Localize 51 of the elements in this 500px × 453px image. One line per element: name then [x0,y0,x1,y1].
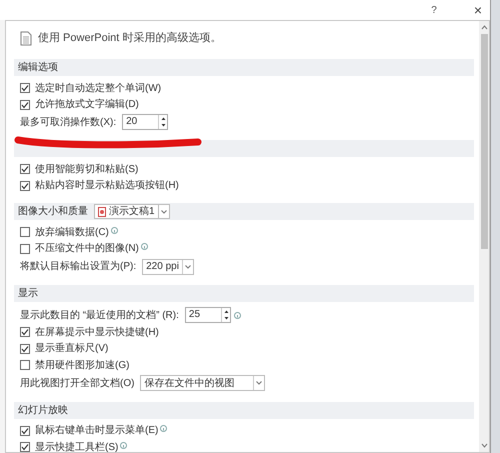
close-button[interactable]: × [474,0,482,20]
section-title: 图像大小和质量 [18,204,88,219]
checkbox-label: 显示垂直标尺(V) [35,342,108,356]
checkbox[interactable] [20,100,30,110]
scroll-up-icon[interactable] [480,25,488,30]
field-label: 用此视图打开全部文档(O) [20,376,134,390]
increment-icon[interactable] [222,308,231,315]
checkbox[interactable] [20,227,30,238]
presentation-file-icon [98,206,106,216]
number-spinner[interactable]: 20 [122,114,168,130]
field-label: 最多可取消操作数(X): [20,116,116,130]
checkbox-label: 禁用硬件图形加速(G) [35,358,130,373]
caret-icon [256,381,262,385]
field-label: 将默认目标输出设置为(P): [20,260,136,274]
intro-text: 使用 PowerPoint 时采用的高级选项。 [38,30,222,46]
checkbox[interactable] [20,244,30,254]
decrement-icon[interactable] [222,315,231,322]
checkbox[interactable] [20,327,30,338]
document-dropdown[interactable]: 演示文稿1 [94,204,170,219]
section-title: 显示 [18,287,38,301]
checkbox-label: 不压缩文件中的图像(N) [35,242,139,256]
dropdown[interactable]: 保存在文件中的视图 [140,375,266,391]
increment-icon[interactable] [159,115,168,122]
section-title: 幻灯片放映 [18,404,68,418]
decrement-icon[interactable] [159,122,168,129]
caret-icon [184,264,191,268]
caret-icon [160,210,167,214]
scrollbar-thumb[interactable] [480,34,488,249]
help-button[interactable]: ? [431,2,437,18]
checkbox-label: 允许拖放式文字编辑(D) [35,98,139,112]
dropdown[interactable]: 220 ppi [142,258,194,274]
checkbox[interactable] [20,83,30,94]
section-title: 编辑选项 [18,60,58,75]
document-icon [20,30,32,46]
checkbox-label: 选定时自动选定整个单词(W) [35,82,162,96]
checkbox[interactable] [20,360,30,370]
scroll-down-icon[interactable] [480,443,488,448]
scrollbar[interactable] [479,21,489,452]
checkbox[interactable] [20,180,30,191]
checkbox-label: 粘贴内容时显示粘贴选项按钮(H) [35,178,179,194]
checkbox-label: 放弃编辑数据(C) [35,226,109,240]
checkbox-label: 使用智能剪切和粘贴(S) [35,162,138,177]
field-label: 显示此数目的 “最近使用的文档” (R): [20,308,179,322]
checkbox-label: 在屏幕提示中显示快捷键(H) [35,326,159,340]
checkbox-label: 显示快捷工具栏(S) [35,440,118,452]
checkbox[interactable] [20,442,30,452]
number-spinner[interactable]: 25 [184,307,231,323]
checkbox-label: 鼠标右键单击时显示菜单(E) [35,424,158,438]
checkbox[interactable] [20,164,30,174]
checkbox[interactable] [20,344,30,354]
checkbox[interactable] [20,426,30,436]
